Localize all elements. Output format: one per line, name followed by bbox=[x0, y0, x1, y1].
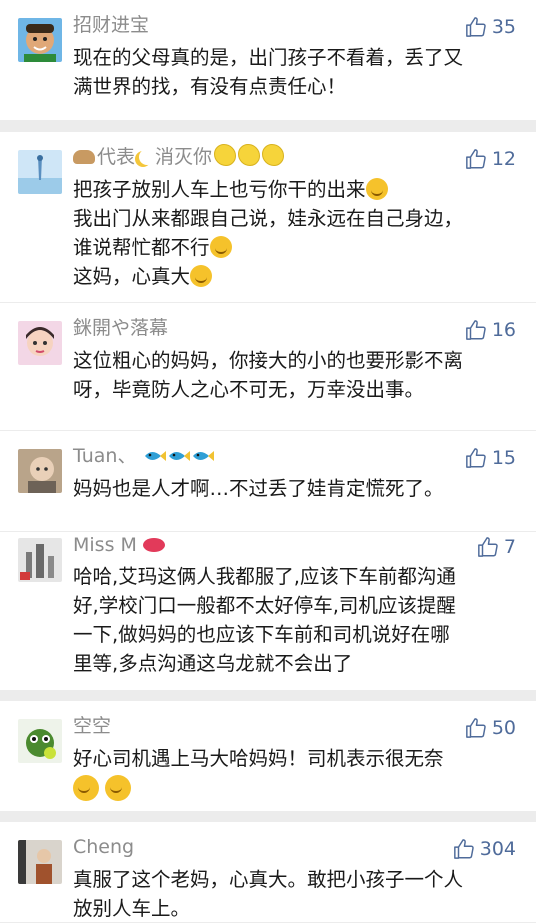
author-name-part: 代表 bbox=[97, 146, 136, 168]
thumbs-up-icon bbox=[465, 448, 486, 468]
thinking-emoji-icon bbox=[190, 265, 213, 287]
comment-card: 銤開や落幕 16 这位粗心的妈妈，你接大的小的也要形影不离 呀，毕竟防人之心不可… bbox=[0, 303, 536, 430]
comment-card: 空空 50 好心司机遇上马大哈妈妈！司机表示很无奈 bbox=[0, 701, 536, 811]
like-button[interactable]: 16 bbox=[465, 317, 516, 343]
cat-emoji-icon bbox=[73, 150, 95, 164]
avatar[interactable] bbox=[18, 321, 62, 365]
comment-line: 哈哈,艾玛这俩人我都服了,应该下车前都沟通 bbox=[73, 565, 456, 588]
comment-author[interactable]: Cheng bbox=[73, 834, 134, 860]
lemon-emoji-icon bbox=[238, 144, 261, 166]
fish-emoji-icon bbox=[192, 451, 214, 461]
comment-text: 把孩子放别人车上也亏你干的出来 我出门从来都跟自己说，娃永远在自己身边， 谁说帮… bbox=[73, 175, 518, 291]
avatar[interactable] bbox=[18, 449, 62, 493]
thumbs-up-icon bbox=[453, 839, 474, 859]
comment-author[interactable]: Tuan、 bbox=[73, 443, 215, 469]
thumbs-up-icon bbox=[465, 149, 486, 169]
author-name-part: 消灭你 bbox=[155, 146, 213, 168]
comment-line: 呀，毕竟防人之心不可无，万幸没出事。 bbox=[73, 378, 425, 401]
like-count: 7 bbox=[503, 536, 516, 558]
comment-card: Tuan、 15 妈妈也是人才啊…不过丢了娃肯定慌死了。 bbox=[0, 431, 536, 531]
like-button[interactable]: 304 bbox=[453, 836, 516, 862]
lips-emoji-icon bbox=[142, 538, 165, 552]
like-button[interactable]: 35 bbox=[465, 14, 516, 40]
comment-author[interactable]: 空空 bbox=[73, 713, 111, 739]
like-button[interactable]: 50 bbox=[465, 715, 516, 741]
like-count: 304 bbox=[479, 838, 516, 860]
avatar[interactable] bbox=[18, 719, 62, 763]
comment-line: 好心司机遇上马大哈妈妈！司机表示很无奈 bbox=[73, 747, 444, 770]
lemon-emoji-icon bbox=[262, 144, 285, 166]
comment-line-text: 这妈，心真大 bbox=[73, 265, 191, 288]
kiss-emoji-icon bbox=[209, 236, 232, 258]
comment-text: 现在的父母真的是，出门孩子不看着，丢了又 满世界的找，有没有点责任心！ bbox=[73, 43, 518, 101]
thumbs-up-icon bbox=[465, 17, 486, 37]
like-button[interactable]: 15 bbox=[465, 445, 516, 471]
like-count: 50 bbox=[491, 717, 516, 739]
comment-line-text: 谁说帮忙都不行 bbox=[73, 236, 210, 259]
like-count: 12 bbox=[491, 148, 516, 170]
comment-line: 里等,多点沟通这乌龙就不会出了 bbox=[73, 652, 353, 675]
thumbs-up-icon bbox=[465, 320, 486, 340]
avatar[interactable] bbox=[18, 18, 62, 62]
comment-line: 这妈，心真大 bbox=[73, 262, 518, 291]
comment-card: 招财进宝 35 现在的父母真的是，出门孩子不看着，丢了又 满世界的找，有没有点责… bbox=[0, 0, 536, 120]
comment-line: 这位粗心的妈妈，你接大的小的也要形影不离 bbox=[73, 349, 464, 372]
comment-text: 妈妈也是人才啊…不过丢了娃肯定慌死了。 bbox=[73, 474, 518, 503]
comment-line: 谁说帮忙都不行 bbox=[73, 233, 518, 262]
comment-author[interactable]: 招财进宝 bbox=[73, 12, 149, 38]
like-count: 16 bbox=[491, 319, 516, 341]
comment-card: 代表 消灭你 12 把孩子放别人车上也亏你干的出来 我出门从来都跟自己说，娃永远在… bbox=[0, 132, 536, 302]
comment-line: 妈妈也是人才啊…不过丢了娃肯定慌死了。 bbox=[73, 477, 444, 500]
comment-text: 哈哈,艾玛这俩人我都服了,应该下车前都沟通 好,学校门口一般都不太好停车,司机应… bbox=[73, 562, 518, 678]
comment-text: 真服了这个老妈，心真大。敢把小孩子一个人 放别人车上。 bbox=[73, 865, 518, 923]
thumbs-up-icon bbox=[465, 718, 486, 738]
comment-text: 这位粗心的妈妈，你接大的小的也要形影不离 呀，毕竟防人之心不可无，万幸没出事。 bbox=[73, 346, 518, 404]
avatar[interactable] bbox=[18, 840, 62, 884]
author-name-part: Miss M bbox=[73, 534, 137, 556]
comment-author[interactable]: 代表 消灭你 bbox=[73, 144, 285, 170]
fish-emoji-icon bbox=[168, 451, 190, 461]
comment-line-text: 把孩子放别人车上也亏你干的出来 bbox=[73, 178, 366, 201]
comment-text: 好心司机遇上马大哈妈妈！司机表示很无奈 bbox=[73, 744, 518, 805]
like-count: 15 bbox=[491, 447, 516, 469]
avatar[interactable] bbox=[18, 150, 62, 194]
thumbs-up-icon bbox=[478, 537, 498, 557]
comment-feed: 招财进宝 35 现在的父母真的是，出门孩子不看着，丢了又 满世界的找，有没有点责… bbox=[0, 0, 536, 922]
comment-line: 把孩子放别人车上也亏你干的出来 bbox=[73, 175, 518, 204]
comment-line: 真服了这个老妈，心真大。敢把小孩子一个人 bbox=[73, 868, 464, 891]
comment-card: Miss M 7 哈哈,艾玛这俩人我都服了,应该下车前都沟通 好,学校门口一般都… bbox=[0, 532, 536, 690]
avatar[interactable] bbox=[18, 538, 62, 582]
fish-emoji-icon bbox=[144, 451, 166, 461]
comment-line: 我出门从来都跟自己说，娃永远在自己身边， bbox=[73, 207, 464, 230]
author-name-part: Tuan、 bbox=[73, 445, 137, 467]
lemon-emoji-icon bbox=[214, 144, 237, 166]
like-button[interactable]: 12 bbox=[465, 146, 516, 172]
laughing-tears-emoji-icon bbox=[365, 178, 388, 200]
comment-line: 放别人车上。 bbox=[73, 897, 191, 920]
moon-emoji-icon bbox=[139, 149, 155, 165]
crying-laughing-emoji-icon bbox=[73, 775, 99, 801]
crying-laughing-emoji-icon bbox=[105, 775, 132, 801]
comment-line: 一下,做妈妈的也应该下车前和司机说好在哪 bbox=[73, 623, 450, 646]
like-count: 35 bbox=[491, 16, 516, 38]
like-button[interactable]: 7 bbox=[477, 534, 516, 560]
comment-author[interactable]: Miss M bbox=[73, 532, 165, 558]
comment-line: 现在的父母真的是，出门孩子不看着，丢了又 bbox=[73, 46, 464, 69]
comment-author[interactable]: 銤開や落幕 bbox=[73, 315, 168, 341]
comment-line: 满世界的找，有没有点责任心！ bbox=[73, 75, 347, 98]
comment-line: 好,学校门口一般都不太好停车,司机应该提醒 bbox=[73, 594, 456, 617]
comment-card: Cheng 304 真服了这个老妈，心真大。敢把小孩子一个人 放别人车上。 bbox=[0, 822, 536, 922]
emoji-row bbox=[73, 775, 518, 805]
